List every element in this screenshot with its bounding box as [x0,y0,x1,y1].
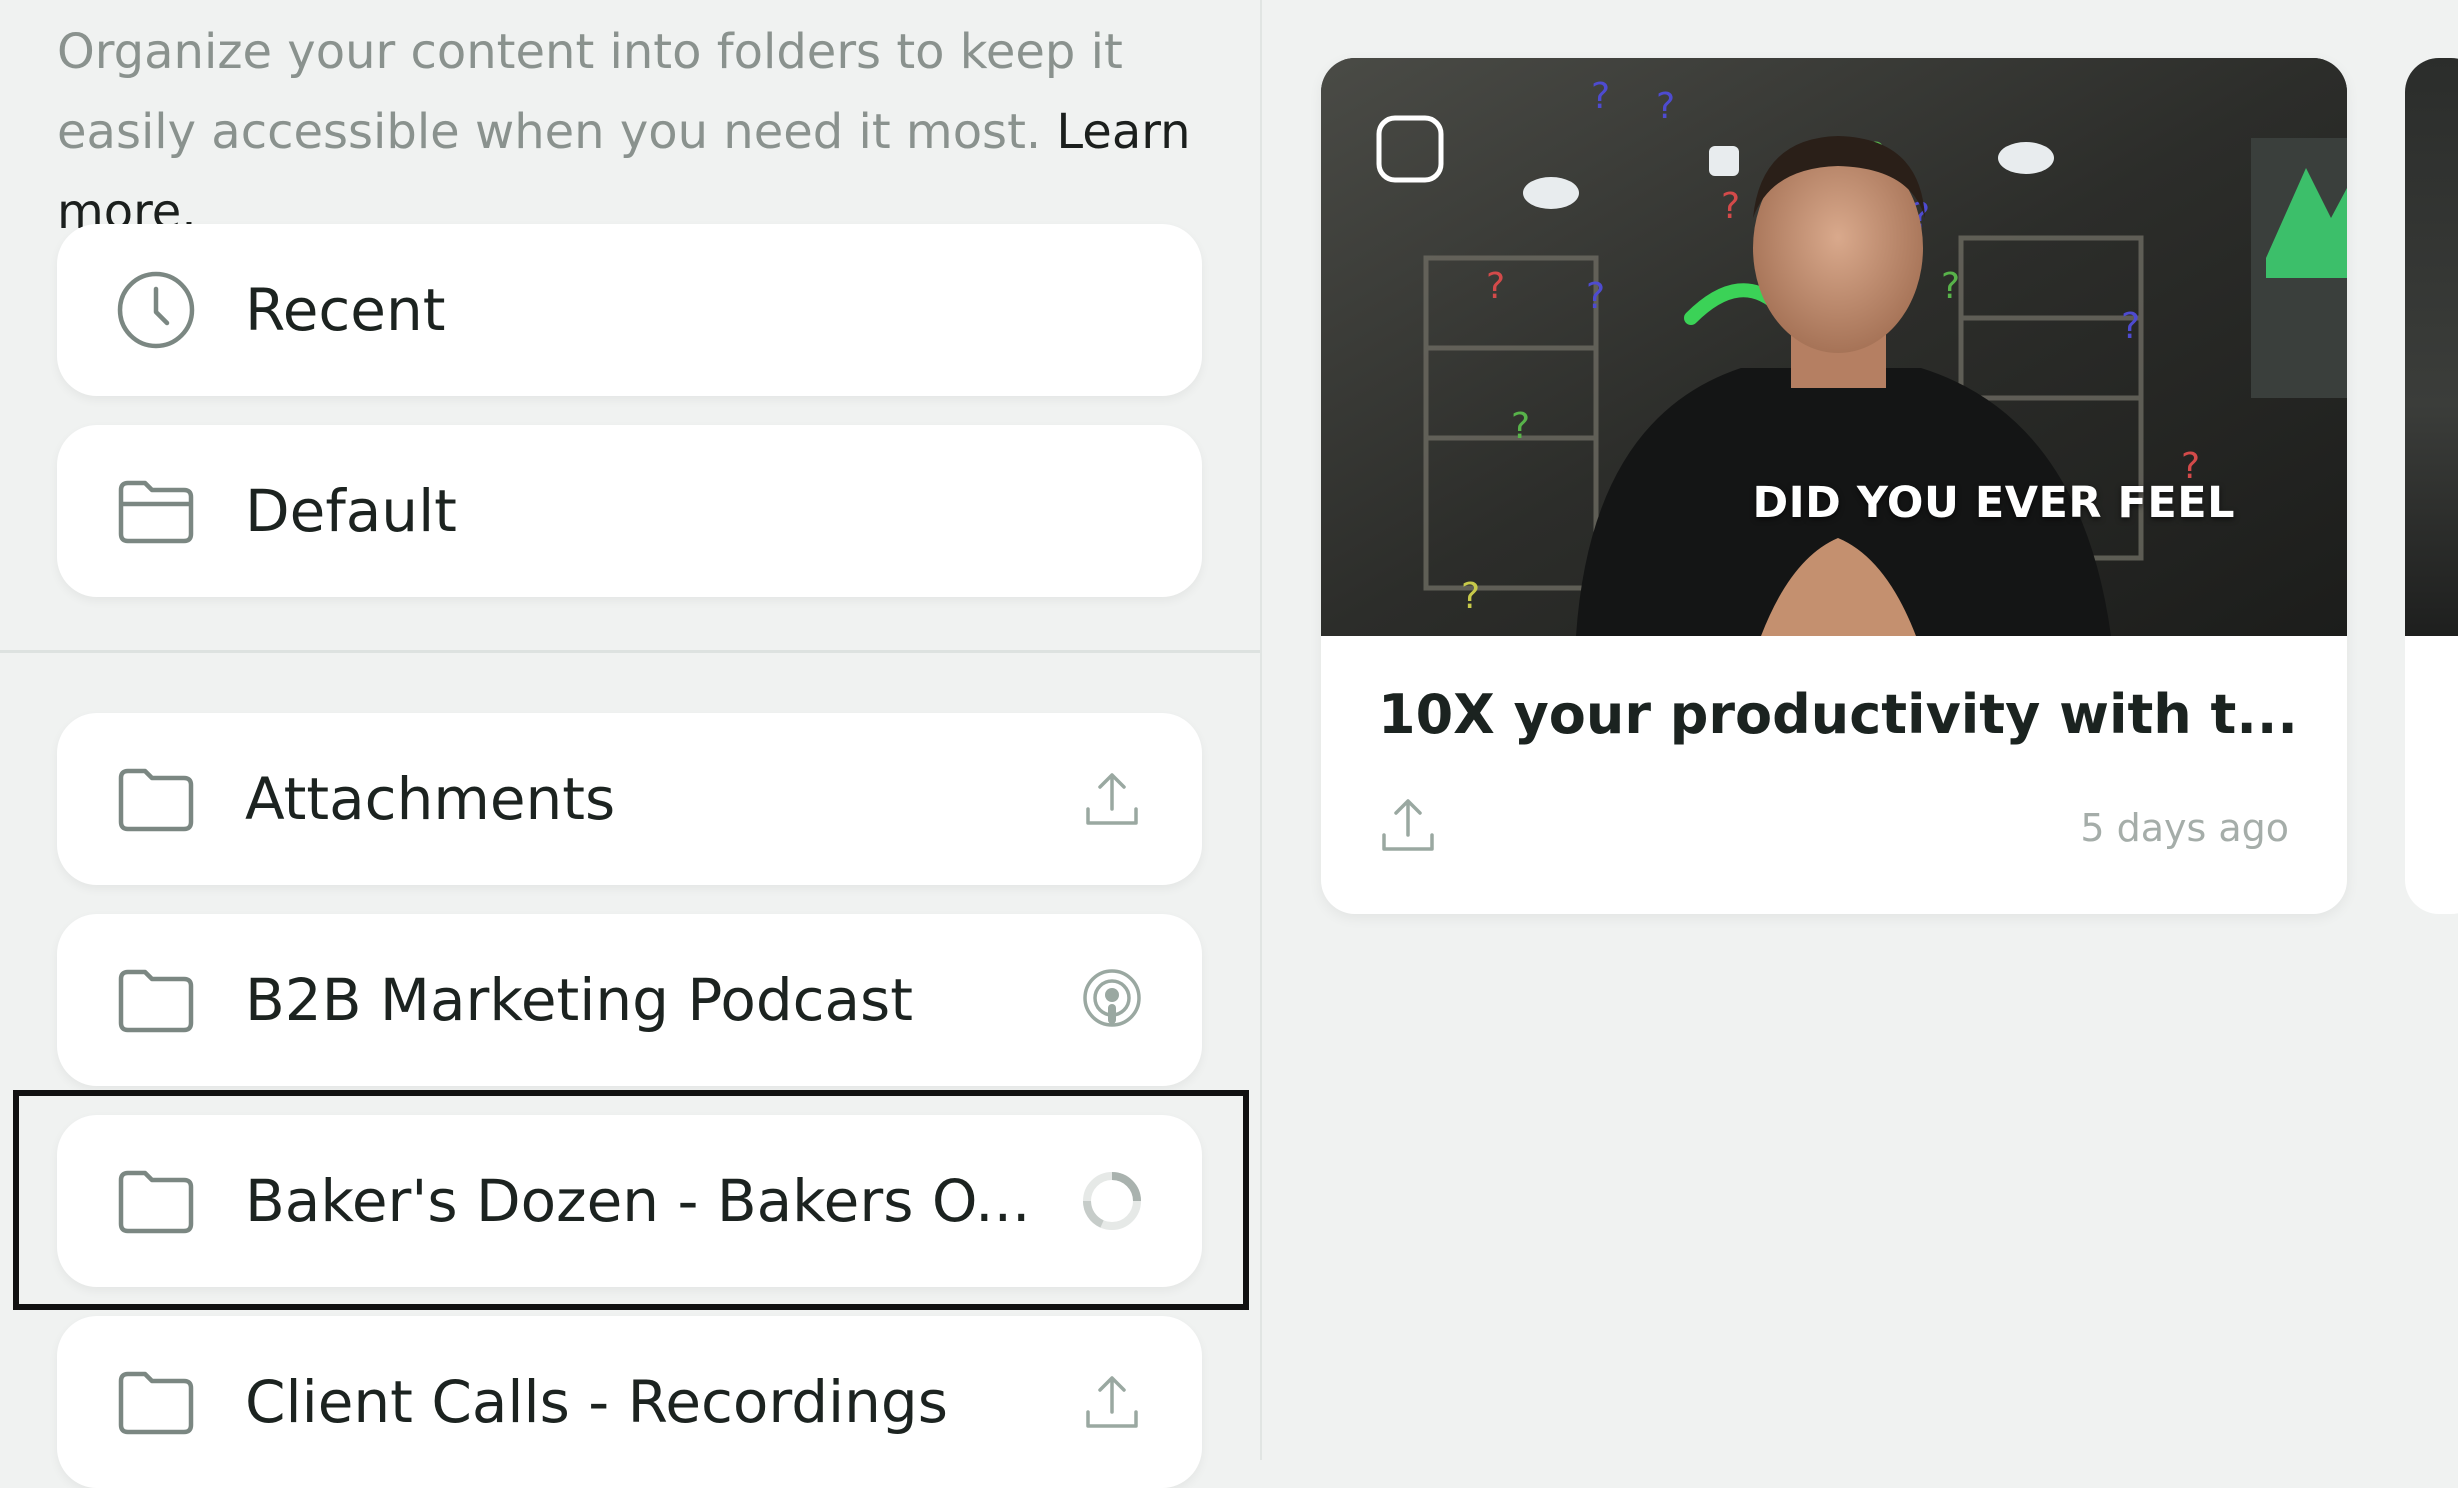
folder-icon [115,959,197,1041]
svg-text:?: ? [1941,266,1960,307]
svg-text:?: ? [1656,86,1675,127]
folder-icon [115,1160,197,1242]
video-card-partial[interactable] [2405,58,2458,914]
clock-icon [115,269,197,351]
svg-text:?: ? [1721,186,1740,227]
folder-label: Default [245,477,457,545]
video-title[interactable]: 10X your productivity with t... [1378,683,2298,746]
folder-client-calls-recordings[interactable]: Client Calls - Recordings [57,1316,1202,1488]
folder-label: B2B Marketing Podcast [245,966,914,1034]
podcast-icon [1080,968,1144,1032]
video-thumbnail[interactable] [2405,58,2458,636]
folder-default[interactable]: Default [57,425,1202,597]
folder-bakers-dozen[interactable]: Baker's Dozen - Bakers O... [57,1115,1202,1287]
folder-label: Attachments [245,765,616,833]
svg-text:?: ? [1591,76,1610,117]
folder-icon [115,758,197,840]
upload-icon[interactable] [1376,793,1440,857]
folder-b2b-marketing-podcast[interactable]: B2B Marketing Podcast [57,914,1202,1086]
folder-label: Client Calls - Recordings [245,1368,948,1436]
video-caption: DID YOU EVER FEEL [1752,478,2235,528]
svg-text:?: ? [1461,576,1480,617]
loading-spinner-icon [1080,1169,1144,1233]
folder-attachments[interactable]: Attachments [57,713,1202,885]
sidebar-divider [0,650,1260,653]
folder-recent[interactable]: Recent [57,224,1202,396]
folder-label: Recent [245,276,446,344]
svg-text:?: ? [1511,406,1530,447]
upload-icon[interactable] [1080,767,1144,831]
svg-text:?: ? [1486,266,1505,307]
video-date: 5 days ago [2080,806,2289,850]
folder-icon [115,1361,197,1443]
intro-text: Organize your content into folders to ke… [57,12,1237,252]
folder-sidebar: Organize your content into folders to ke… [0,0,1262,1488]
video-thumbnail[interactable]: ? ? ? ? ? ? ? ? ? ? ? ? DID YOU EVER FEE [1321,58,2347,636]
intro-description: Organize your content into folders to ke… [57,24,1123,160]
upload-icon[interactable] [1080,1370,1144,1434]
svg-text:?: ? [2121,306,2140,347]
svg-text:?: ? [1586,276,1605,317]
folder-open-icon [115,470,197,552]
video-card[interactable]: ? ? ? ? ? ? ? ? ? ? ? ? DID YOU EVER FEE [1321,58,2347,914]
folder-label: Baker's Dozen - Bakers O... [245,1167,1031,1235]
